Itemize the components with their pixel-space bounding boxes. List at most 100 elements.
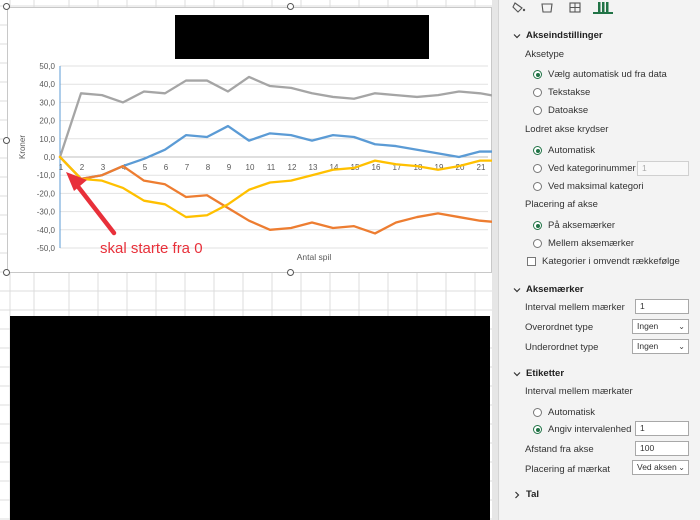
chevron-down-icon [513, 371, 521, 376]
radio-label-specify[interactable]: Angiv intervalenhed [533, 424, 631, 435]
major-type-label: Overordnet type [525, 322, 594, 333]
x-tick-label: 2 [80, 163, 85, 172]
radio-crosses-max-category[interactable]: Ved maksimal kategori [533, 181, 644, 192]
radio-crosses-auto[interactable]: Automatisk [533, 145, 595, 156]
x-tick-label: 7 [185, 163, 190, 172]
tick-marks-section-header[interactable]: Aksemærker [513, 284, 584, 295]
chart-object[interactable]: 50,0 40,0 30,0 20,0 10,0 0,0 -10,0 -20,0 -30,0 -4… [7, 7, 493, 273]
chevron-down-icon [513, 287, 521, 292]
redacted-region-lower [10, 316, 490, 520]
resize-handle-bottom-mid[interactable] [287, 269, 294, 276]
label-interval-label: Interval mellem mærkater [525, 386, 633, 397]
radio-button[interactable] [533, 425, 542, 434]
radio-button[interactable] [533, 221, 542, 230]
chevron-down-icon: ⌄ [678, 342, 685, 351]
option-label: Angiv intervalenhed [548, 424, 632, 435]
x-axis-title: Antal spil [297, 252, 332, 262]
resize-handle-top-mid[interactable] [287, 3, 294, 10]
bar-chart-icon [598, 1, 609, 12]
radio-label-auto[interactable]: Automatisk [533, 407, 595, 418]
label-position-dropdown[interactable]: Ved aksen ⌄ [632, 460, 689, 475]
radio-auto-axis-type[interactable]: Vælg automatisk ud fra data [533, 69, 667, 80]
annotation-text: skal starte fra 0 [100, 240, 203, 257]
x-tick-label: 1 [59, 163, 64, 172]
size-properties-tab[interactable] [565, 0, 585, 14]
section-title: Aksemærker [526, 284, 584, 295]
section-title: Akseindstillinger [526, 30, 603, 41]
major-type-dropdown[interactable]: Ingen ⌄ [632, 319, 689, 334]
option-label: Mellem aksemærker [548, 238, 635, 249]
radio-button[interactable] [533, 408, 542, 417]
x-tick-label: 5 [143, 163, 148, 172]
x-tick-label: 6 [164, 163, 169, 172]
radio-button[interactable] [533, 70, 542, 79]
series-line-1 [58, 75, 493, 159]
category-number-input[interactable]: 1 [637, 161, 689, 176]
option-label: Ved maksimal kategori [548, 181, 644, 192]
y-tick-label: 0,0 [44, 153, 56, 162]
section-title: Etiketter [526, 368, 565, 379]
tick-interval-label: Interval mellem mærker [525, 302, 625, 313]
minor-type-dropdown[interactable]: Ingen ⌄ [632, 339, 689, 354]
dropdown-value: Ved aksen [637, 462, 677, 472]
x-tick-label: 3 [101, 163, 106, 172]
option-label: Automatisk [548, 407, 595, 418]
y-tick-label: 10,0 [39, 135, 55, 144]
number-section-header[interactable]: Tal [513, 489, 539, 500]
chevron-down-icon [513, 33, 521, 38]
option-label: Automatisk [548, 145, 595, 156]
label-interval-input[interactable]: 1 [635, 421, 689, 436]
resize-handle-mid-left[interactable] [3, 137, 10, 144]
reverse-order-checkbox-row[interactable]: Kategorier i omvendt rækkefølge [527, 256, 680, 267]
x-tick-label: 10 [246, 163, 255, 172]
y-tick-label: 30,0 [39, 98, 55, 107]
minor-type-label: Underordnet type [525, 342, 599, 353]
option-label: Vælg automatisk ud fra data [548, 69, 667, 80]
option-label: Ved kategorinummer [548, 163, 636, 174]
y-axis-title: Kroner [18, 135, 27, 159]
radio-button[interactable] [533, 164, 542, 173]
radio-date-axis[interactable]: Datoakse [533, 105, 588, 116]
paint-bucket-icon [512, 1, 526, 13]
dropdown-value: Ingen [637, 321, 659, 331]
labels-section-header[interactable]: Etiketter [513, 368, 564, 379]
chevron-down-icon: ⌄ [678, 322, 685, 331]
resize-handle-bottom-left[interactable] [3, 269, 10, 276]
section-title: Tal [526, 489, 540, 500]
y-tick-label: 50,0 [39, 62, 55, 71]
radio-between-tick-marks[interactable]: Mellem aksemærker [533, 238, 634, 249]
y-tick-label: -20,0 [37, 189, 56, 198]
axis-options-tab[interactable] [593, 0, 613, 14]
radio-button[interactable] [533, 146, 542, 155]
x-tick-label: 21 [477, 163, 486, 172]
axis-options-section-header[interactable]: Akseindstillinger [513, 30, 603, 41]
option-label: Tekstakse [548, 87, 591, 98]
option-label: Datoakse [548, 105, 589, 116]
radio-button[interactable] [533, 182, 542, 191]
radio-on-tick-marks[interactable]: På aksemærker [533, 220, 615, 231]
radio-crosses-category-number[interactable]: Ved kategorinummer [533, 163, 636, 174]
effects-tab[interactable] [537, 0, 557, 14]
resize-handle-top-left[interactable] [3, 3, 10, 10]
checkbox[interactable] [527, 257, 536, 266]
x-tick-label: 16 [372, 163, 381, 172]
label-distance-input[interactable]: 100 [635, 441, 689, 456]
radio-button[interactable] [533, 239, 542, 248]
y-tick-label: -50,0 [37, 244, 56, 253]
tick-interval-input[interactable]: 1 [635, 299, 689, 314]
fill-line-tab[interactable] [509, 0, 529, 14]
radio-button[interactable] [533, 106, 542, 115]
option-label: Kategorier i omvendt rækkefølge [542, 256, 680, 267]
dropdown-value: Ingen [637, 341, 659, 351]
radio-button[interactable] [533, 88, 542, 97]
pane-tabs [509, 0, 613, 14]
x-tick-label: 11 [267, 163, 276, 172]
chevron-right-icon [515, 491, 520, 498]
label-position-label: Placering af mærkat [525, 464, 611, 475]
y-tick-label: -30,0 [37, 208, 56, 217]
y-tick-label: -40,0 [37, 226, 56, 235]
radio-text-axis[interactable]: Tekstakse [533, 87, 590, 98]
vertical-crosses-label: Lodret akse krydser [525, 124, 609, 135]
x-tick-label: 9 [227, 163, 232, 172]
axis-type-label: Aksetype [525, 49, 565, 60]
